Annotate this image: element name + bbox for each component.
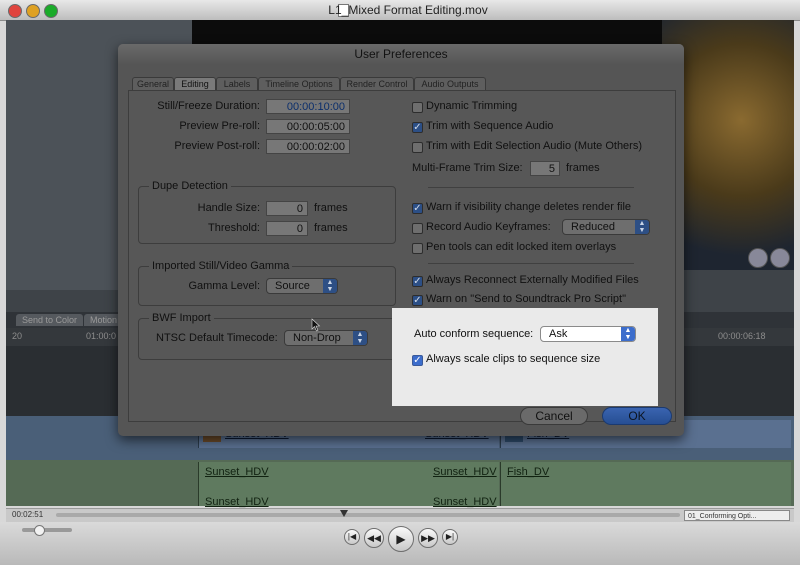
tab-audio-outputs[interactable]: Audio Outputs (414, 77, 486, 91)
mouse-cursor-icon (311, 318, 321, 332)
dynamic-trimming-checkbox[interactable] (412, 102, 423, 113)
gamma-level-label: Gamma Level: (188, 280, 260, 292)
canvas-transport-icon[interactable] (748, 248, 768, 268)
cancel-button[interactable]: Cancel (520, 407, 588, 425)
tab-general[interactable]: General (132, 77, 174, 91)
auto-conform-value: Ask (549, 328, 568, 340)
trim-seq-audio-label: Trim with Sequence Audio (426, 120, 554, 132)
dialog-title: User Preferences (354, 47, 448, 61)
postroll-field[interactable]: 00:00:02:00 (266, 139, 350, 154)
still-freeze-label: Still/Freeze Duration: (157, 100, 260, 112)
tab-render-control[interactable]: Render Control (340, 77, 414, 91)
threshold-field[interactable]: 0 (266, 221, 308, 236)
tab-labels[interactable]: Labels (216, 77, 258, 91)
rewind-icon[interactable]: ◀◀ (364, 528, 384, 548)
warn-visibility-checkbox[interactable]: ✓ (412, 203, 423, 214)
popup-arrows-icon: ▲ ▼ (353, 331, 367, 345)
ntsc-timecode-popup[interactable]: Non-Drop ▲ ▼ (284, 330, 368, 346)
spotlight-region: Auto conform sequence: Ask ▲ ▼ ✓ Always s… (392, 308, 658, 406)
divider (428, 263, 634, 264)
auto-conform-label: Auto conform sequence: (414, 328, 534, 340)
scrubber-track[interactable] (56, 513, 680, 517)
record-audio-keyframes-checkbox[interactable] (412, 223, 423, 234)
handle-size-label: Handle Size: (197, 202, 260, 214)
trim-seq-audio-checkbox[interactable]: ✓ (412, 122, 423, 133)
volume-slider[interactable] (22, 528, 72, 532)
threshold-label: Threshold: (208, 222, 260, 234)
clip-name: Fish_DV (507, 466, 550, 478)
audio-clip[interactable]: Fish_DV (500, 462, 791, 506)
current-timecode: 00:02:51 (12, 510, 44, 519)
ruler-timecode: 20 (12, 331, 23, 341)
tab-send-to-color[interactable]: Send to Color (16, 314, 84, 326)
warn-visibility-label: Warn if visibility change deletes render… (426, 201, 632, 213)
skip-forward-icon[interactable]: ▶| (442, 529, 458, 545)
clip-name: Sunset_HDV (433, 466, 497, 478)
chapter-popup[interactable]: 01_Conforming Opti... (684, 510, 790, 521)
fast-forward-icon[interactable]: ▶▶ (418, 528, 438, 548)
window-titlebar: L1_Mixed Format Editing.mov (0, 0, 800, 21)
handle-size-unit: frames (314, 202, 348, 214)
trim-edit-selection-checkbox[interactable] (412, 142, 423, 153)
handle-size-field[interactable]: 0 (266, 201, 308, 216)
ok-button[interactable]: OK (602, 407, 672, 425)
audio-clip[interactable]: Sunset_HDV Sunset_HDV Sunset_HDV Sunset_… (198, 462, 499, 508)
audio-track: Sunset_HDV Sunset_HDV Sunset_HDV Sunset_… (6, 460, 794, 508)
ruler-timecode: 01:00:0 (86, 331, 117, 341)
volume-knob[interactable] (34, 525, 45, 536)
always-reconnect-label: Always Reconnect Externally Modified Fil… (426, 274, 639, 286)
multiframe-trim-field[interactable]: 5 (530, 161, 560, 176)
multiframe-trim-label: Multi-Frame Trim Size: (412, 162, 523, 174)
popup-arrows-icon: ▲ ▼ (621, 327, 635, 341)
pen-tools-label: Pen tools can edit locked item overlays (426, 241, 617, 253)
postroll-label: Preview Post-roll: (174, 140, 260, 152)
record-audio-keyframes-label: Record Audio Keyframes: (426, 221, 551, 233)
bwf-import-legend: BWF Import (149, 312, 214, 324)
tab-editing[interactable]: Editing (174, 77, 216, 91)
dynamic-trimming-label: Dynamic Trimming (426, 100, 518, 112)
always-scale-label: Always scale clips to sequence size (426, 353, 601, 365)
preroll-label: Preview Pre-roll: (179, 120, 260, 132)
window-title: L1_Mixed Format Editing.mov (328, 3, 488, 17)
warn-soundtrack-label: Warn on "Send to Soundtrack Pro Script" (426, 293, 626, 305)
playhead-icon[interactable] (340, 510, 348, 517)
gamma-level-value: Source (275, 280, 310, 292)
multiframe-trim-unit: frames (566, 162, 600, 174)
record-audio-keyframes-popup[interactable]: Reduced ▲ ▼ (562, 219, 650, 235)
still-freeze-field[interactable]: 00:00:10:00 (266, 99, 350, 114)
gamma-legend: Imported Still/Video Gamma (149, 260, 293, 272)
ntsc-timecode-label: NTSC Default Timecode: (156, 332, 278, 344)
threshold-unit: frames (314, 222, 348, 234)
canvas-mark-icon[interactable] (770, 248, 790, 268)
preroll-field[interactable]: 00:00:05:00 (266, 119, 350, 134)
ntsc-timecode-value: Non-Drop (293, 332, 341, 344)
dupe-detection-legend: Dupe Detection (149, 180, 231, 192)
divider (428, 187, 634, 188)
play-icon[interactable]: ▶ (388, 526, 414, 552)
clip-name: Sunset_HDV (205, 466, 269, 478)
auto-conform-popup[interactable]: Ask ▲ ▼ (540, 326, 636, 342)
always-reconnect-checkbox[interactable]: ✓ (412, 276, 423, 287)
skip-back-icon[interactable]: |◀ (344, 529, 360, 545)
warn-soundtrack-checkbox[interactable]: ✓ (412, 295, 423, 306)
tab-timeline-options[interactable]: Timeline Options (258, 77, 340, 91)
gamma-level-popup[interactable]: Source ▲ ▼ (266, 278, 338, 294)
record-audio-keyframes-value: Reduced (571, 221, 616, 233)
popup-arrows-icon: ▲ ▼ (635, 220, 649, 234)
trim-edit-selection-label: Trim with Edit Selection Audio (Mute Oth… (426, 140, 643, 152)
pen-tools-checkbox[interactable] (412, 243, 423, 254)
always-scale-checkbox[interactable]: ✓ (412, 355, 423, 366)
popup-arrows-icon: ▲ ▼ (323, 279, 337, 293)
ruler-timecode: 00:00:06:18 (718, 331, 766, 341)
